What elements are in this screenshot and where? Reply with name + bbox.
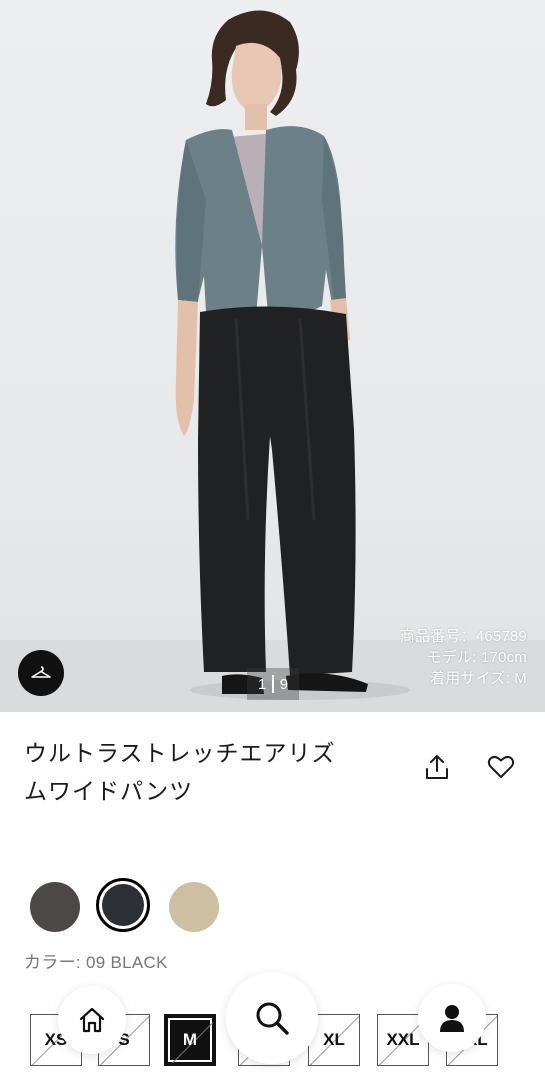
color-swatch-darkgray[interactable] [30, 882, 80, 932]
favorite-button[interactable] [483, 749, 519, 785]
product-title: ウルトラストレッチエアリズ ムワイドパンツ [24, 734, 384, 810]
search-button[interactable] [226, 972, 318, 1064]
account-button[interactable] [418, 984, 486, 1052]
model-size: 着用サイズ: M [430, 670, 527, 687]
share-icon [426, 755, 448, 779]
product-title-line1: ウルトラストレッチエアリズ [24, 740, 336, 766]
image-pager: 1 9 [247, 668, 299, 700]
pager-current: 1 [257, 675, 267, 693]
heart-icon [487, 755, 515, 778]
model-height: モデル: 170cm [426, 649, 527, 666]
product-title-line2: ムワイドパンツ [24, 778, 194, 804]
hanger-icon [31, 666, 51, 678]
color-label: カラー: 09 BLACK [24, 953, 168, 972]
size-m[interactable]: M [164, 1014, 216, 1066]
pager-total: 9 [279, 675, 289, 693]
size-xl-label: XL [323, 1030, 345, 1049]
styling-button[interactable] [18, 650, 64, 696]
color-swatch-black[interactable] [96, 878, 150, 932]
color-swatch-beige[interactable] [169, 882, 219, 932]
pager-divider [272, 675, 274, 693]
size-m-label: M [182, 1030, 198, 1049]
size-xxl-label: XXL [386, 1030, 420, 1049]
share-button[interactable] [419, 749, 455, 785]
home-icon [79, 1007, 105, 1033]
model-info: 商品番号：465789 モデル: 170cm 着用サイズ: M [400, 626, 527, 689]
home-button[interactable] [58, 986, 126, 1054]
color-swatch-black-fill [102, 884, 144, 926]
product-number: 商品番号：465789 [399, 628, 527, 645]
person-icon [440, 1005, 464, 1032]
search-icon [256, 1002, 289, 1035]
model-photo [175, 10, 410, 700]
product-image[interactable]: 商品番号：465789 モデル: 170cm 着用サイズ: M 1 9 [0, 0, 545, 712]
